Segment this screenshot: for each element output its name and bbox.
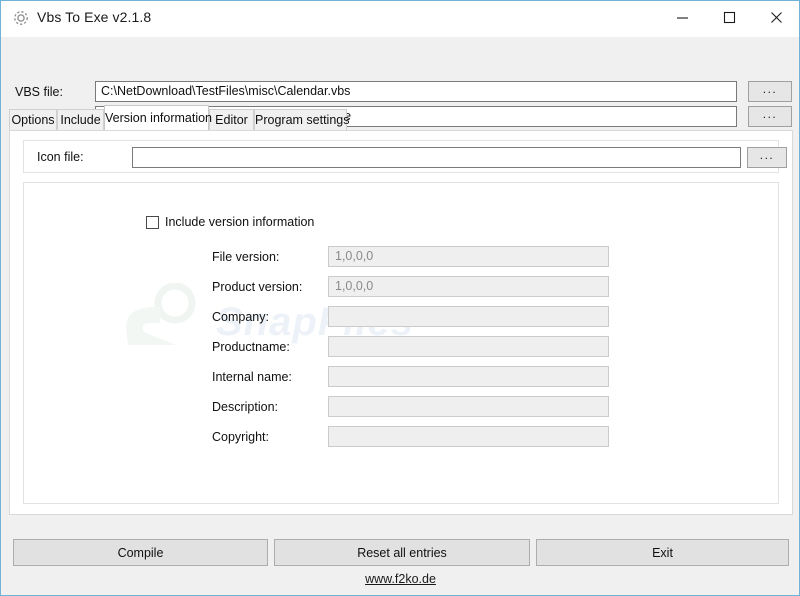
- version-field-row: File version: 1,0,0,0: [24, 246, 778, 268]
- close-icon: [770, 11, 783, 24]
- vbs-to-exe-window: Vbs To Exe v2.1.8 VBS file: C:\NetDownlo…: [0, 0, 800, 596]
- field-label-internal-name: Internal name:: [212, 370, 292, 384]
- field-input-productname[interactable]: [328, 336, 609, 357]
- exit-button[interactable]: Exit: [536, 539, 789, 566]
- minimize-button[interactable]: [659, 1, 705, 33]
- checkbox-box[interactable]: [146, 215, 159, 229]
- vbs-file-input[interactable]: C:\NetDownload\TestFiles\misc\Calendar.v…: [95, 81, 737, 102]
- field-input-file-version[interactable]: 1,0,0,0: [328, 246, 609, 267]
- vbs-browse-button[interactable]: ...: [748, 81, 792, 102]
- version-fields-panel: SnapFiles Include version information Fi…: [23, 182, 779, 504]
- title-bar: Vbs To Exe v2.1.8: [1, 1, 799, 37]
- field-label-description: Description:: [212, 400, 278, 414]
- gear-icon: [12, 9, 30, 27]
- maximize-icon: [723, 11, 736, 24]
- field-input-copyright[interactable]: [328, 426, 609, 447]
- version-field-row: Description:: [24, 396, 778, 418]
- tab-options[interactable]: Options: [9, 109, 57, 130]
- field-input-company[interactable]: [328, 306, 609, 327]
- maximize-button[interactable]: [706, 1, 752, 33]
- save-as-browse-button[interactable]: ...: [748, 106, 792, 127]
- field-label-copyright: Copyright:: [212, 430, 269, 444]
- field-label-product-version: Product version:: [212, 280, 303, 294]
- tab-version-information[interactable]: Version information: [104, 105, 212, 130]
- field-label-productname: Productname:: [212, 340, 290, 354]
- tab-editor[interactable]: Editor: [209, 109, 254, 130]
- vbs-file-label: VBS file:: [15, 85, 63, 99]
- close-button[interactable]: [753, 1, 799, 33]
- icon-file-panel: Icon file: ...: [23, 140, 787, 173]
- version-field-row: Product version: 1,0,0,0: [24, 276, 778, 298]
- compile-button[interactable]: Compile: [13, 539, 268, 566]
- window-title: Vbs To Exe v2.1.8: [37, 9, 152, 25]
- version-field-row: Copyright:: [24, 426, 778, 448]
- version-field-row: Internal name:: [24, 366, 778, 388]
- version-information-tab-page: Icon file: ... SnapFiles Include version…: [9, 130, 793, 515]
- icon-file-label: Icon file:: [37, 150, 84, 164]
- tab-program-settings[interactable]: Program settings: [254, 109, 349, 130]
- version-field-row: Company:: [24, 306, 778, 328]
- icon-file-input[interactable]: [132, 147, 741, 168]
- field-label-file-version: File version:: [212, 250, 280, 264]
- minimize-icon: [676, 11, 689, 24]
- field-input-internal-name[interactable]: [328, 366, 609, 387]
- include-version-information-checkbox[interactable]: Include version information: [146, 215, 314, 229]
- field-input-description[interactable]: [328, 396, 609, 417]
- tab-include[interactable]: Include: [57, 109, 104, 130]
- version-field-row: Productname:: [24, 336, 778, 358]
- bottom-action-bar: Compile Reset all entries Exit www.f2ko.…: [2, 515, 799, 595]
- field-input-product-version[interactable]: 1,0,0,0: [328, 276, 609, 297]
- include-version-information-label: Include version information: [165, 215, 315, 229]
- website-link[interactable]: www.f2ko.de: [2, 572, 799, 586]
- reset-all-entries-button[interactable]: Reset all entries: [274, 539, 530, 566]
- field-label-company: Company:: [212, 310, 269, 324]
- icon-file-browse-button[interactable]: ...: [747, 147, 787, 168]
- file-selection-area: VBS file: C:\NetDownload\TestFiles\misc\…: [2, 37, 799, 127]
